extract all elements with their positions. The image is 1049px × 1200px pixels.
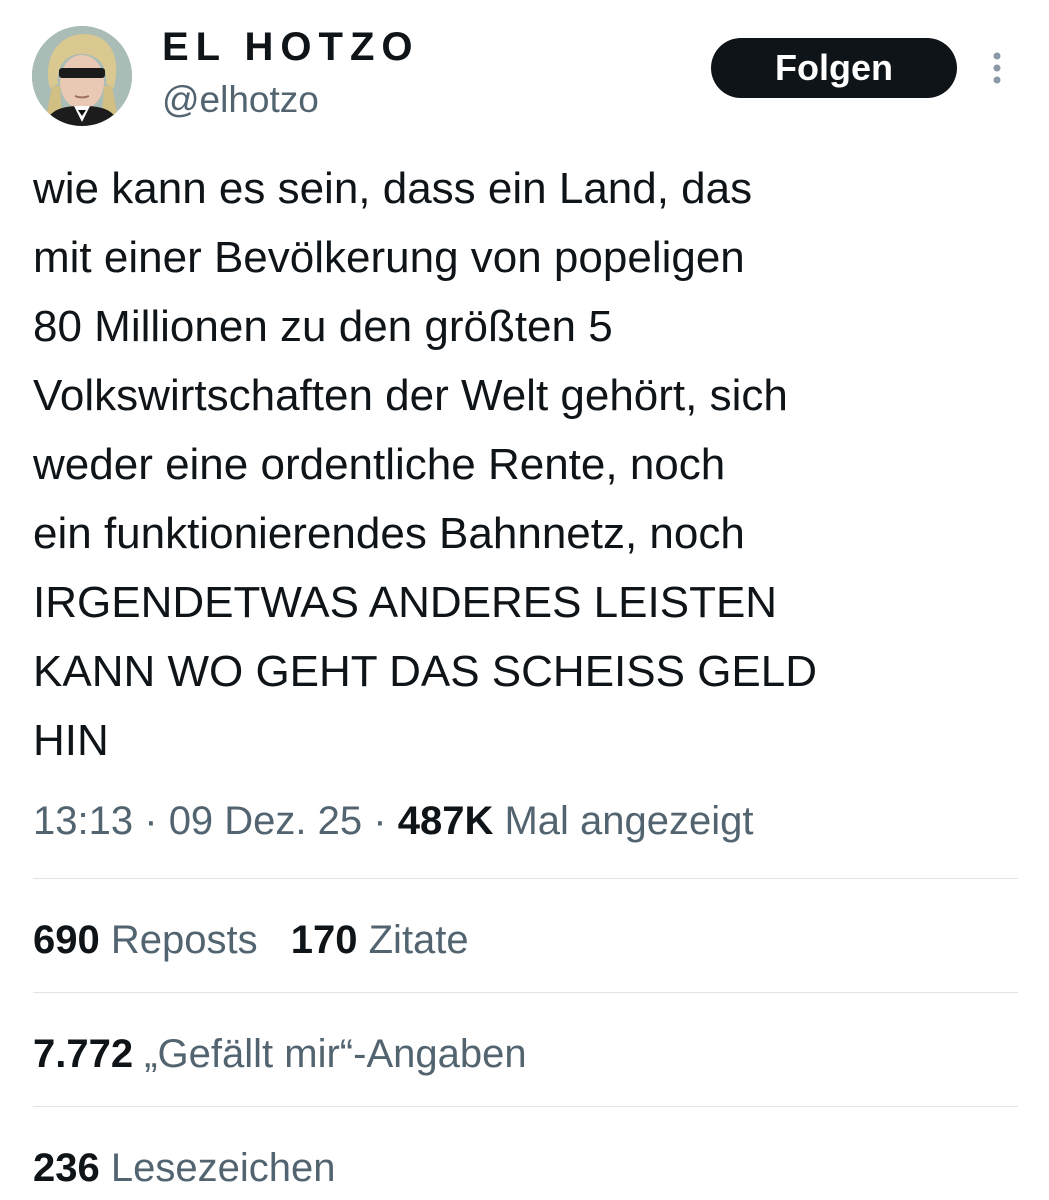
- quotes-label: Zitate: [368, 918, 469, 962]
- tweet-meta: 13:13 · 09 Dez. 25 · 487K Mal angezeigt: [33, 795, 754, 847]
- meta-separator: ·: [144, 799, 158, 843]
- stats-row-likes: 7.772 „Gefällt mir“-Angaben: [33, 1028, 527, 1080]
- more-options-icon[interactable]: [985, 48, 1009, 88]
- profile-avatar-icon: [32, 26, 132, 126]
- tweet-text: wie kann es sein, dass ein Land, das mit…: [33, 164, 818, 765]
- divider: [33, 878, 1018, 879]
- display-name[interactable]: EL HOTZO: [162, 24, 419, 70]
- bookmarks-stat[interactable]: 236 Lesezeichen: [33, 1142, 335, 1194]
- tweet-header: EL HOTZO @elhotzo Folgen: [0, 0, 1049, 140]
- tweet-time[interactable]: 13:13: [33, 799, 133, 843]
- stats-row-bookmarks: 236 Lesezeichen: [33, 1142, 335, 1194]
- likes-label: „Gefällt mir“-Angaben: [144, 1032, 527, 1076]
- likes-stat[interactable]: 7.772 „Gefällt mir“-Angaben: [33, 1028, 527, 1080]
- likes-count: 7.772: [33, 1032, 134, 1076]
- user-handle[interactable]: @elhotzo: [162, 78, 319, 122]
- follow-button[interactable]: Folgen: [711, 38, 957, 98]
- quotes-count: 170: [290, 918, 358, 962]
- reposts-count: 690: [33, 918, 100, 962]
- reposts-stat[interactable]: 690 Reposts: [33, 914, 258, 966]
- views-count[interactable]: 487K: [398, 799, 494, 843]
- quotes-stat[interactable]: 170 Zitate: [291, 914, 469, 966]
- stats-row-reposts-quotes: 690 Reposts 170 Zitate: [33, 914, 469, 966]
- divider: [33, 992, 1018, 993]
- bookmarks-label: Lesezeichen: [110, 1146, 336, 1190]
- avatar[interactable]: [32, 26, 132, 126]
- tweet-date[interactable]: 09 Dez. 25: [169, 799, 362, 843]
- reposts-label: Reposts: [110, 918, 258, 962]
- views-label: Mal angezeigt: [504, 799, 754, 843]
- bookmarks-count: 236: [33, 1146, 100, 1190]
- meta-separator: ·: [373, 799, 387, 843]
- divider: [33, 1106, 1018, 1107]
